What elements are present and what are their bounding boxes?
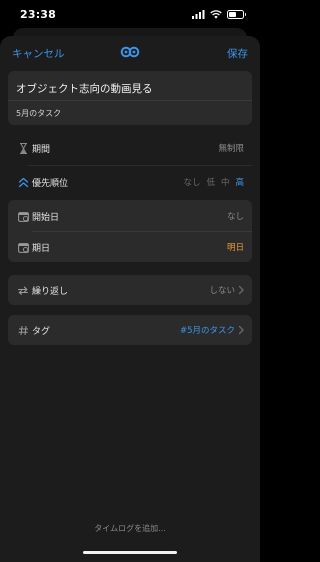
app-logo-icon xyxy=(120,46,140,58)
chevrons-up-icon xyxy=(16,175,30,189)
priority-label: 優先順位 xyxy=(32,179,69,189)
tag-label: タグ xyxy=(32,327,51,337)
priority-option-none[interactable]: なし xyxy=(183,176,200,188)
nav-bar: キャンセル 保存 xyxy=(0,36,260,70)
start-date-value: なし xyxy=(226,212,244,222)
period-row[interactable]: 期間 無制限 xyxy=(8,132,252,166)
task-title-field[interactable]: オブジェクト志向の動画見る xyxy=(16,81,153,96)
repeat-value: しない xyxy=(209,286,235,296)
repeat-label: 繰り返し xyxy=(32,287,69,297)
due-date-row[interactable]: 期日 明日 xyxy=(8,231,252,262)
period-label: 期間 xyxy=(32,145,51,155)
status-icons xyxy=(192,10,246,19)
battery-icon xyxy=(227,10,246,19)
chevron-right-icon xyxy=(238,285,244,295)
hashtag-icon xyxy=(16,323,30,337)
status-time: 23:38 xyxy=(20,8,57,21)
home-indicator xyxy=(83,551,177,554)
due-date-value: 明日 xyxy=(226,243,244,253)
task-list-name[interactable]: 5月のタスク xyxy=(16,108,61,119)
tag-value: #5月のタスク xyxy=(179,326,235,336)
save-button[interactable]: 保存 xyxy=(227,46,248,61)
calendar-icon xyxy=(16,209,30,223)
priority-option-medium[interactable]: 中 xyxy=(221,176,230,188)
calendar-icon xyxy=(16,240,30,254)
start-date-row[interactable]: 開始日 なし xyxy=(8,200,252,231)
priority-row: 優先順位 なし 低 中 高 xyxy=(8,166,252,200)
priority-selector: なし 低 中 高 xyxy=(183,176,244,188)
chevron-right-icon xyxy=(238,325,244,335)
signal-icon xyxy=(192,10,205,19)
due-date-label: 期日 xyxy=(32,244,51,254)
cancel-button[interactable]: キャンセル xyxy=(12,46,65,61)
priority-option-high[interactable]: 高 xyxy=(235,176,244,188)
task-title-card: オブジェクト志向の動画見る 5月のタスク xyxy=(8,71,252,125)
tag-row[interactable]: タグ #5月のタスク xyxy=(8,315,252,345)
repeat-icon xyxy=(16,283,30,297)
task-edit-sheet: キャンセル 保存 オブジェクト志向の動画見る 5月のタスク 期間 無制限 優先順… xyxy=(0,36,260,562)
date-card: 開始日 なし 期日 明日 xyxy=(8,200,252,262)
wifi-icon xyxy=(210,10,222,19)
repeat-row[interactable]: 繰り返し しない xyxy=(8,275,252,305)
divider xyxy=(8,100,252,101)
hourglass-icon xyxy=(16,141,30,155)
start-date-label: 開始日 xyxy=(32,213,60,223)
add-timelog-button[interactable]: タイムログを追加... xyxy=(0,523,260,534)
period-value: 無制限 xyxy=(218,144,244,154)
priority-option-low[interactable]: 低 xyxy=(206,176,215,188)
